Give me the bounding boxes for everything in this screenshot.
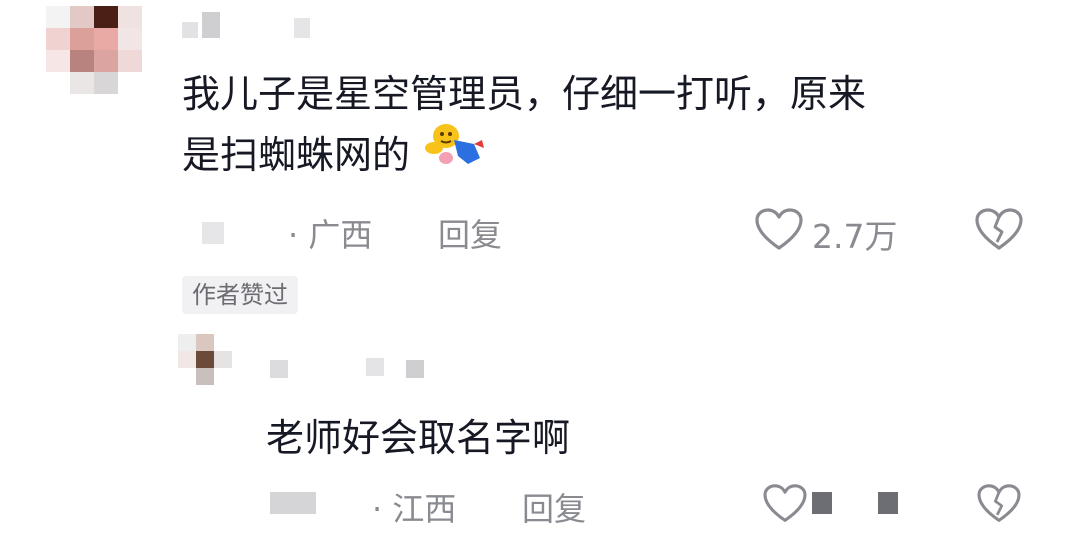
reply-text: 老师好会取名字啊 bbox=[266, 416, 571, 460]
time-blurred bbox=[202, 222, 224, 244]
reply-like-count-blurred bbox=[812, 492, 832, 514]
comment-text: 我儿子是星空管理员，仔细一打听，原来 是扫蜘蛛网的 bbox=[182, 64, 866, 191]
comment-text-line2-text: 是扫蜘蛛网的 bbox=[182, 133, 411, 177]
comment-text-line2: 是扫蜘蛛网的 bbox=[182, 124, 866, 191]
location: · 广西 bbox=[288, 216, 373, 254]
username-blurred[interactable] bbox=[182, 10, 310, 40]
comment-text-line1: 我儿子是星空管理员，仔细一打听，原来 bbox=[182, 72, 867, 116]
like-count: 2.7万 bbox=[812, 217, 898, 256]
reply-time-blurred bbox=[270, 492, 316, 514]
heart-outline-icon[interactable] bbox=[754, 208, 804, 256]
broken-heart-icon[interactable] bbox=[974, 208, 1024, 256]
sweeping-emoji-icon bbox=[424, 118, 486, 185]
reply-heart-outline-icon[interactable] bbox=[762, 484, 808, 528]
reply-button[interactable]: 回复 bbox=[438, 210, 502, 256]
avatar[interactable] bbox=[46, 6, 142, 94]
reply-location: · 江西 bbox=[372, 490, 457, 528]
reply-reply-button[interactable]: 回复 bbox=[522, 484, 586, 530]
reply-avatar[interactable] bbox=[178, 334, 232, 385]
reply-broken-heart-icon[interactable] bbox=[976, 484, 1022, 528]
reply-like-count-blurred-2 bbox=[878, 492, 898, 514]
comment-thread: 我儿子是星空管理员，仔细一打听，原来 是扫蜘蛛网的 · 广西 回复 2.7万 作… bbox=[0, 0, 1080, 544]
reply-username-blurred[interactable] bbox=[270, 356, 430, 378]
author-liked-badge: 作者赞过 bbox=[182, 276, 298, 314]
